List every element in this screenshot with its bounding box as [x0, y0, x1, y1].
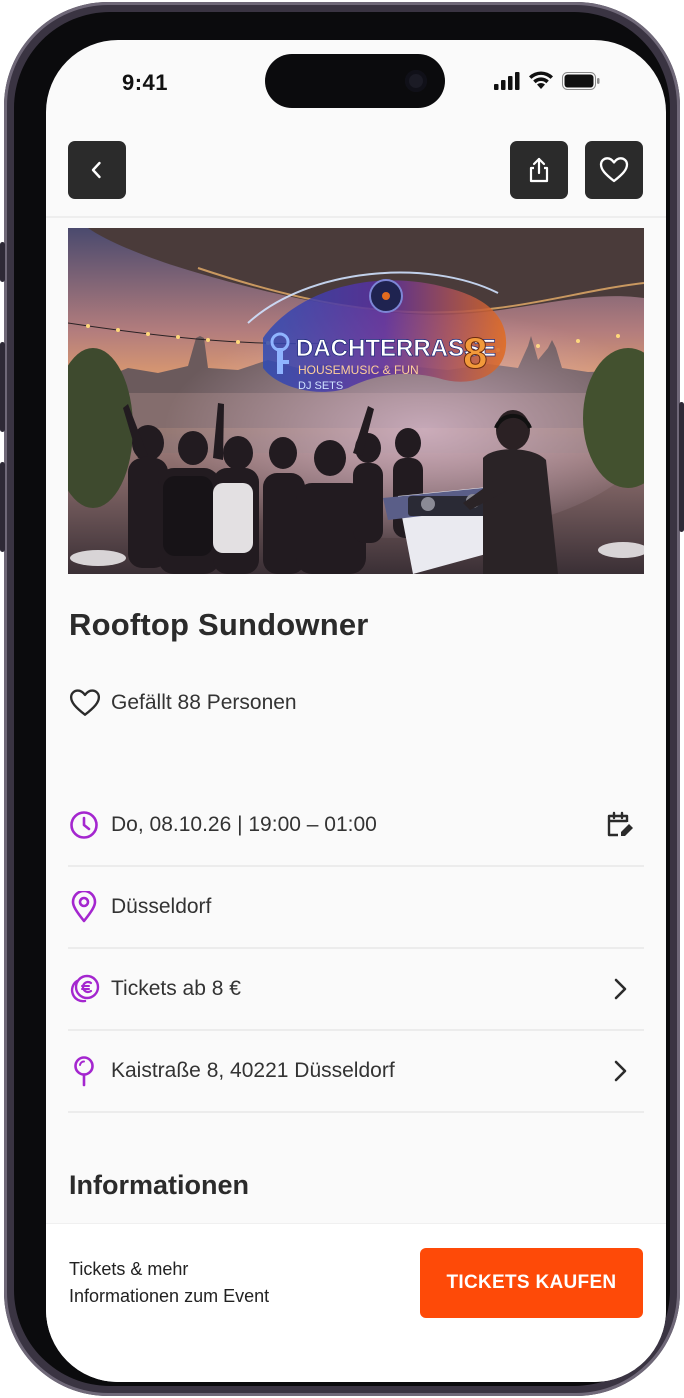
tickets-row[interactable]: Tickets ab 8 € [68, 949, 644, 1031]
bottom-info-text: Tickets & mehr Informationen zum Event [69, 1256, 269, 1310]
chevron-right-icon [614, 978, 627, 1000]
address-text: Kaistraße 8, 40221 Düsseldorf [111, 1059, 395, 1082]
event-hero-image[interactable]: DACHTERRASSE HOUSEMUSIC & FUN DJ SETS 8 [68, 228, 644, 574]
buy-tickets-button[interactable]: TICKETS KAUFEN [420, 1248, 643, 1318]
likes-count-label: Gefällt 88 Personen [111, 691, 297, 714]
section-title-information: Informationen [69, 1170, 249, 1200]
favorite-button[interactable] [585, 141, 643, 199]
phone-frame: 9:41 DACHTERRASSE HOUSEMUSIC & FUN DJ SE… [0, 2, 684, 1396]
logo-subtitle: HOUSEMUSIC & FUN [298, 363, 419, 377]
back-button[interactable] [68, 141, 126, 199]
location-pin-icon [71, 891, 97, 923]
date-time-text: Do, 08.10.26 | 19:00 – 01:00 [111, 813, 377, 836]
status-time: 9:41 [122, 70, 169, 95]
wifi-icon [529, 71, 553, 89]
rooftop-party-illustration: DACHTERRASSE HOUSEMUSIC & FUN DJ SETS 8 [68, 228, 644, 574]
map-pin-icon [74, 1056, 94, 1087]
header-divider [46, 216, 666, 218]
status-icons [494, 71, 600, 90]
front-camera [405, 70, 427, 92]
bottom-info-line1: Tickets & mehr [69, 1259, 189, 1279]
city-row: Düsseldorf [68, 867, 644, 949]
volume-up-button [0, 342, 5, 432]
power-button [679, 402, 684, 532]
event-title: Rooftop Sundowner [69, 607, 369, 642]
heart-icon [599, 157, 629, 183]
app-screen: 9:41 DACHTERRASSE HOUSEMUSIC & FUN DJ SE… [46, 40, 666, 1382]
share-button[interactable] [510, 141, 568, 199]
share-icon [529, 157, 549, 183]
chevron-left-icon [91, 161, 101, 179]
tickets-price-text: Tickets ab 8 € [111, 977, 241, 1000]
likes-row: Gefällt 88 Personen [69, 688, 297, 718]
clock-icon [70, 811, 98, 839]
address-row[interactable]: Kaistraße 8, 40221 Düsseldorf [68, 1031, 644, 1113]
calendar-edit-icon[interactable] [605, 810, 635, 840]
logo-tag: DJ SETS [298, 380, 343, 392]
bottom-action-bar: Tickets & mehr Informationen zum Event T… [46, 1223, 666, 1382]
dynamic-island [265, 54, 445, 108]
volume-down-button [0, 462, 5, 552]
chevron-right-icon [614, 1060, 627, 1082]
logo-number: 8 [463, 329, 487, 378]
phone-bezel: 9:41 DACHTERRASSE HOUSEMUSIC & FUN DJ SE… [14, 12, 670, 1386]
date-time-row[interactable]: Do, 08.10.26 | 19:00 – 01:00 [68, 785, 644, 867]
cellular-signal-icon [494, 71, 520, 90]
heart-outline-icon[interactable] [69, 688, 101, 718]
bottom-info-line2: Informationen zum Event [69, 1286, 270, 1306]
city-text: Düsseldorf [111, 895, 212, 918]
euro-coins-icon [70, 974, 100, 1003]
battery-icon [562, 71, 600, 90]
action-button [0, 242, 5, 282]
